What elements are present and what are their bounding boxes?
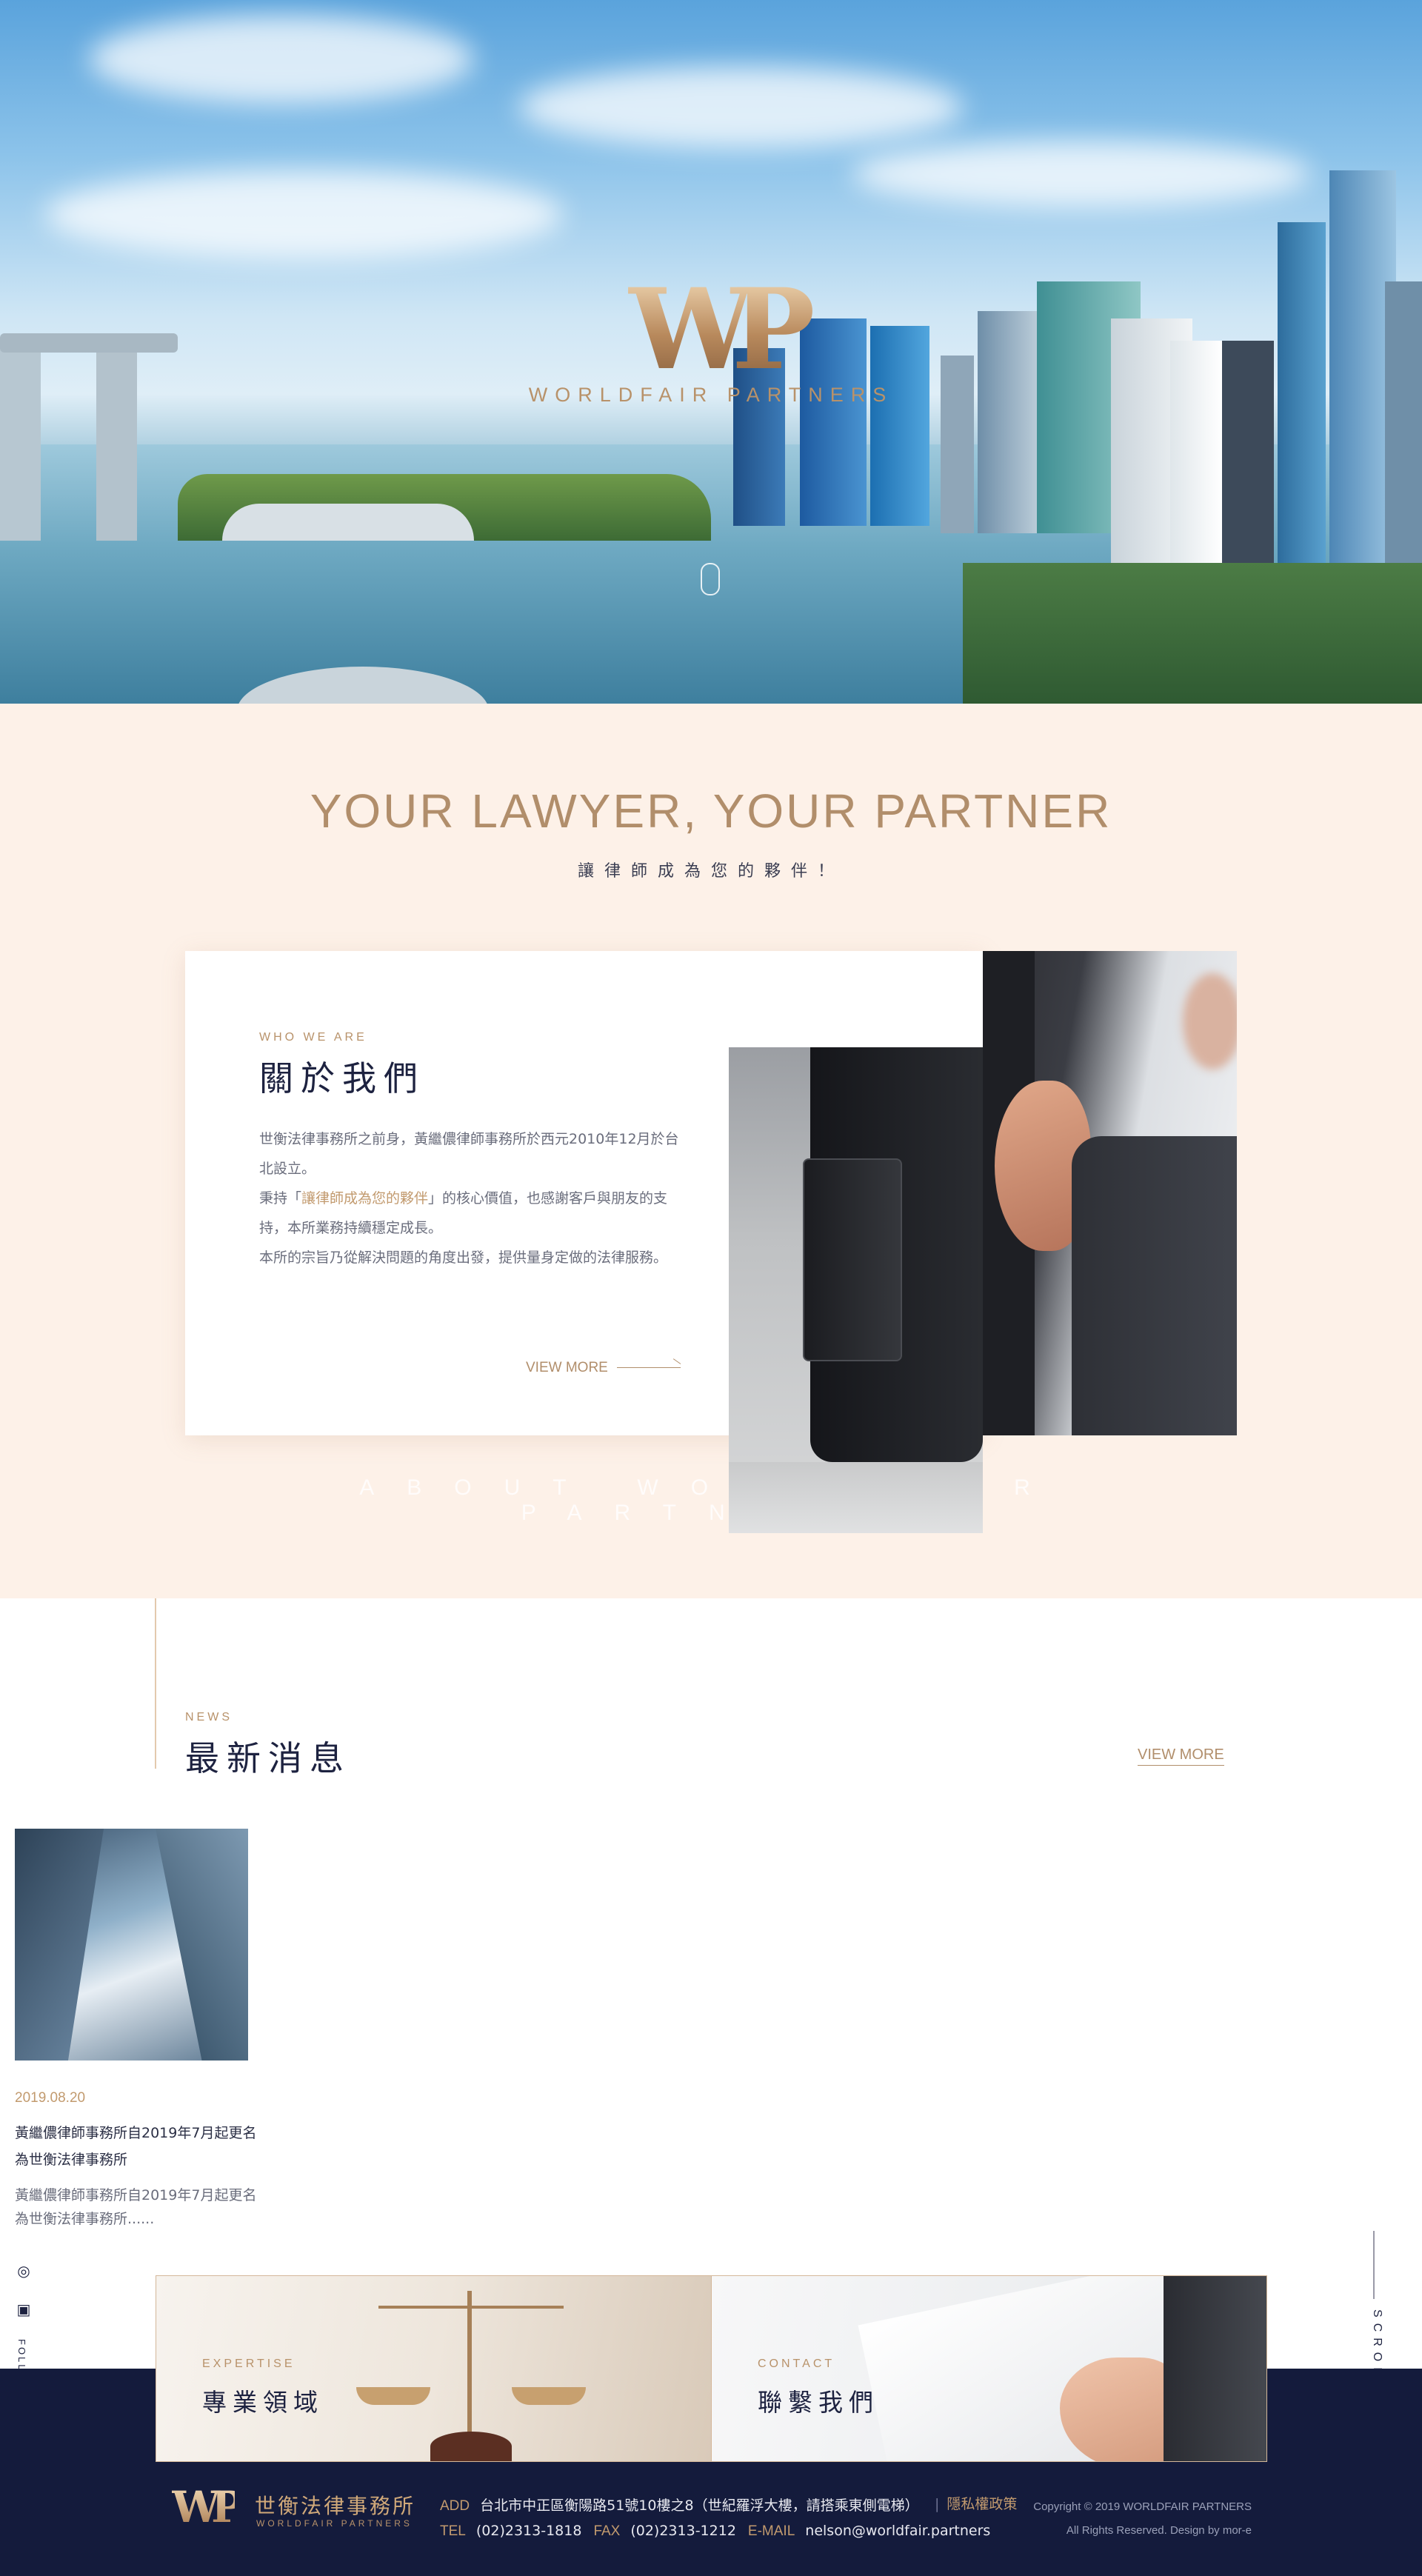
scale-pan	[512, 2387, 586, 2405]
footer-brand-en: WORLDFAIR PARTNERS	[256, 2518, 413, 2529]
hero-greenery	[963, 563, 1422, 704]
fax-value: (02)2313-1212	[630, 2523, 736, 2539]
about-highlight: 讓律師成為您的夥伴	[301, 1190, 429, 1207]
expertise-title: 專業領域	[202, 2388, 324, 2417]
hero-banner: WP WORLDFAIR PARTNERS	[0, 0, 1422, 704]
news-divider-line	[155, 1598, 156, 1769]
contact-kicker: CONTACT	[758, 2358, 835, 2370]
view-more-label: VIEW MORE	[526, 1360, 608, 1375]
scale-pan	[356, 2387, 430, 2405]
about-paragraph: 世衡法律事務所之前身，黃繼儂律師事務所於西元2010年12月於台北設立。	[259, 1131, 679, 1177]
handshake-photo	[983, 951, 1237, 1435]
hero-cloud	[44, 170, 563, 259]
footer-address-row: ADD 台北市中正區衡陽路51號10樓之8（世紀羅浮大樓，請搭乘東側電梯）	[440, 2495, 919, 2515]
scroll-mouse-icon[interactable]	[701, 563, 720, 595]
contact-sleeve	[1164, 2276, 1266, 2461]
tel-label: TEL	[440, 2523, 466, 2539]
footer-contact-row: TEL (02)2313-1818 FAX (02)2313-1212 E-MAIL ne…	[440, 2523, 990, 2540]
news-view-more-link[interactable]: VIEW MORE	[1138, 1746, 1224, 1766]
expertise-panel[interactable]: EXPERTISE 專業領域	[156, 2275, 712, 2462]
scale-beam	[378, 2306, 564, 2309]
arrow-right-icon	[616, 1367, 681, 1369]
photo-face	[1183, 973, 1237, 1070]
instagram-icon[interactable]: ◎	[15, 2262, 33, 2280]
about-kicker: WHO WE ARE	[259, 1031, 367, 1044]
news-thumbnail[interactable]	[15, 1829, 248, 2061]
scale-pole	[467, 2291, 472, 2439]
logo-mark: WP	[0, 274, 1422, 385]
tel-value[interactable]: (02)2313-1818	[476, 2523, 582, 2539]
news-title: 最新消息	[185, 1738, 351, 1778]
photo-suit-right	[1072, 1136, 1237, 1435]
hero-building	[222, 504, 474, 541]
email-label: E-MAIL	[747, 2523, 795, 2539]
thumb-tower	[156, 1829, 248, 2061]
about-title: 關於我們	[259, 1058, 425, 1098]
about-paragraph: 秉持「讓律師成為您的夥伴」的核心價值，也感謝客戶與朋友的支持，本所業務持續穩定成…	[259, 1184, 681, 1243]
tagline: YOUR LAWYER, YOUR PARTNER	[310, 784, 1112, 838]
news-item-excerpt: 黃繼儂律師事務所自2019年7月起更名為世衡法律事務所......	[15, 2187, 257, 2227]
hero-logo: WP WORLDFAIR PARTNERS	[0, 274, 1422, 407]
news-kicker: NEWS	[185, 1711, 233, 1724]
rights: All Rights Reserved. Design by mor-e	[1066, 2524, 1252, 2537]
address-value: 台北市中正區衡陽路51號10樓之8（世紀羅浮大樓，請搭乘東側電梯）	[480, 2497, 919, 2514]
fax-label: FAX	[593, 2523, 621, 2539]
about-paragraph: 本所的宗旨乃從解決問題的角度出發，提供量身定做的法律服務。	[259, 1249, 668, 1266]
thumb-tower	[15, 1829, 104, 2061]
news-date: 2019.08.20	[15, 2090, 86, 2106]
expertise-kicker: EXPERTISE	[202, 2358, 296, 2370]
logo-name: WORLDFAIR PARTNERS	[528, 384, 894, 406]
briefcase-photo	[729, 1047, 983, 1533]
contact-panel[interactable]: CONTACT 聯繫我們	[711, 2275, 1267, 2462]
hero-cloud	[518, 67, 963, 148]
footer-logo[interactable]: WP 世衡法律事務所 WORLDFAIR PARTNERS	[172, 2482, 413, 2532]
tagline-sub: 讓律師成為您的夥伴！	[577, 862, 844, 881]
about-body: 世衡法律事務所之前身，黃繼儂律師事務所於西元2010年12月於台北設立。 秉持「…	[259, 1124, 681, 1272]
photo-briefcase	[803, 1158, 902, 1361]
contact-title: 聯繫我們	[758, 2388, 879, 2417]
about-view-more-link[interactable]: VIEW MORE	[526, 1360, 681, 1376]
copyright: Copyright © 2019 WORLDFAIR PARTNERS	[1033, 2500, 1252, 2513]
hero-cloud	[89, 15, 474, 104]
scale-base	[430, 2432, 512, 2461]
photo-pavement	[729, 1462, 983, 1533]
hero-cloud	[852, 141, 1311, 207]
about-watermark: ABOUT WORLDFAIR PARTNERS	[359, 1475, 1063, 1525]
footer-brand-cn: 世衡法律事務所	[255, 2494, 416, 2518]
footer-logo-mark: WP	[172, 2482, 244, 2532]
news-item-title[interactable]: 黃繼儂律師事務所自2019年7月起更名為世衡法律事務所	[15, 2120, 267, 2173]
facebook-icon[interactable]: ▣	[15, 2300, 33, 2318]
divider: |	[935, 2496, 940, 2512]
about-text: 秉持「	[259, 1190, 302, 1207]
scroll-indicator-line	[1373, 2231, 1375, 2299]
address-label: ADD	[440, 2498, 470, 2514]
